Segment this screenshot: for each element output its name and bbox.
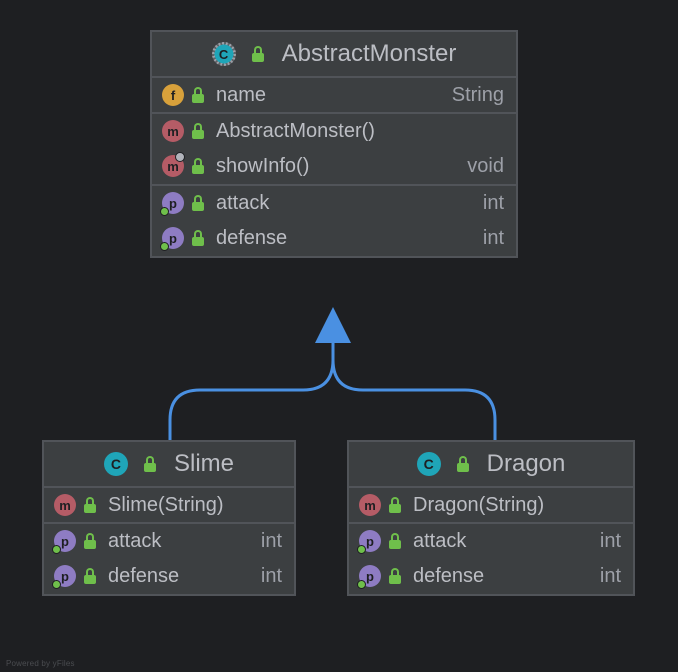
member-row[interactable]: m Slime(String): [44, 486, 294, 522]
property-icon: p: [54, 530, 76, 552]
field-icon: f: [162, 84, 184, 106]
lock-icon: [84, 533, 98, 549]
method-icon: m: [54, 494, 76, 516]
member-type: String: [442, 84, 504, 107]
lock-icon: [144, 456, 158, 472]
member-type: int: [590, 530, 621, 553]
abstract-class-icon: C: [212, 42, 236, 66]
lock-icon: [457, 456, 471, 472]
lock-icon: [84, 497, 98, 513]
footer-credit: Powered by yFiles: [6, 659, 75, 668]
member-row[interactable]: p attack int: [44, 522, 294, 558]
member-name: showInfo(): [212, 155, 457, 178]
class-dragon[interactable]: C Dragon m Dragon(String) p attack int p…: [347, 440, 635, 596]
class-icon: C: [104, 452, 128, 476]
member-type: int: [251, 565, 282, 588]
member-row[interactable]: p defense int: [152, 220, 516, 256]
class-title-row: C Dragon: [349, 442, 633, 486]
member-row[interactable]: m showInfo() void: [152, 148, 516, 184]
lock-icon: [192, 195, 206, 211]
property-icon: p: [359, 530, 381, 552]
member-type: int: [251, 530, 282, 553]
member-row[interactable]: m Dragon(String): [349, 486, 633, 522]
member-type: int: [473, 192, 504, 215]
member-row[interactable]: m AbstractMonster(): [152, 112, 516, 148]
class-title: AbstractMonster: [282, 40, 457, 68]
lock-icon: [389, 568, 403, 584]
member-row[interactable]: p attack int: [152, 184, 516, 220]
member-name: defense: [104, 565, 251, 588]
method-icon: m: [359, 494, 381, 516]
property-icon: p: [359, 565, 381, 587]
member-type: int: [590, 565, 621, 588]
class-abstractmonster[interactable]: C AbstractMonster f name String m Abstra…: [150, 30, 518, 258]
lock-icon: [192, 87, 206, 103]
lock-icon: [192, 123, 206, 139]
property-icon: p: [54, 565, 76, 587]
class-title: Slime: [174, 450, 234, 478]
lock-icon: [252, 46, 266, 62]
member-name: Slime(String): [104, 494, 282, 517]
member-name: defense: [409, 565, 590, 588]
lock-icon: [389, 497, 403, 513]
lock-icon: [192, 158, 206, 174]
lock-icon: [84, 568, 98, 584]
member-name: AbstractMonster(): [212, 120, 494, 143]
member-row[interactable]: f name String: [152, 76, 516, 112]
member-type: int: [473, 227, 504, 250]
method-icon: m: [162, 120, 184, 142]
member-row[interactable]: p defense int: [349, 558, 633, 594]
lock-icon: [192, 230, 206, 246]
property-icon: p: [162, 192, 184, 214]
property-icon: p: [162, 227, 184, 249]
class-title-row: C Slime: [44, 442, 294, 486]
member-type: void: [457, 155, 504, 178]
member-name: name: [212, 84, 442, 107]
method-override-icon: m: [162, 155, 184, 177]
class-title-row: C AbstractMonster: [152, 32, 516, 76]
member-name: Dragon(String): [409, 494, 621, 517]
member-row[interactable]: p defense int: [44, 558, 294, 594]
member-row[interactable]: p attack int: [349, 522, 633, 558]
uml-diagram-canvas: C AbstractMonster f name String m Abstra…: [0, 0, 678, 672]
member-name: attack: [409, 530, 590, 553]
member-name: defense: [212, 227, 473, 250]
class-title: Dragon: [487, 450, 566, 478]
member-name: attack: [212, 192, 473, 215]
class-icon: C: [417, 452, 441, 476]
class-slime[interactable]: C Slime m Slime(String) p attack int p d…: [42, 440, 296, 596]
member-name: attack: [104, 530, 251, 553]
lock-icon: [389, 533, 403, 549]
